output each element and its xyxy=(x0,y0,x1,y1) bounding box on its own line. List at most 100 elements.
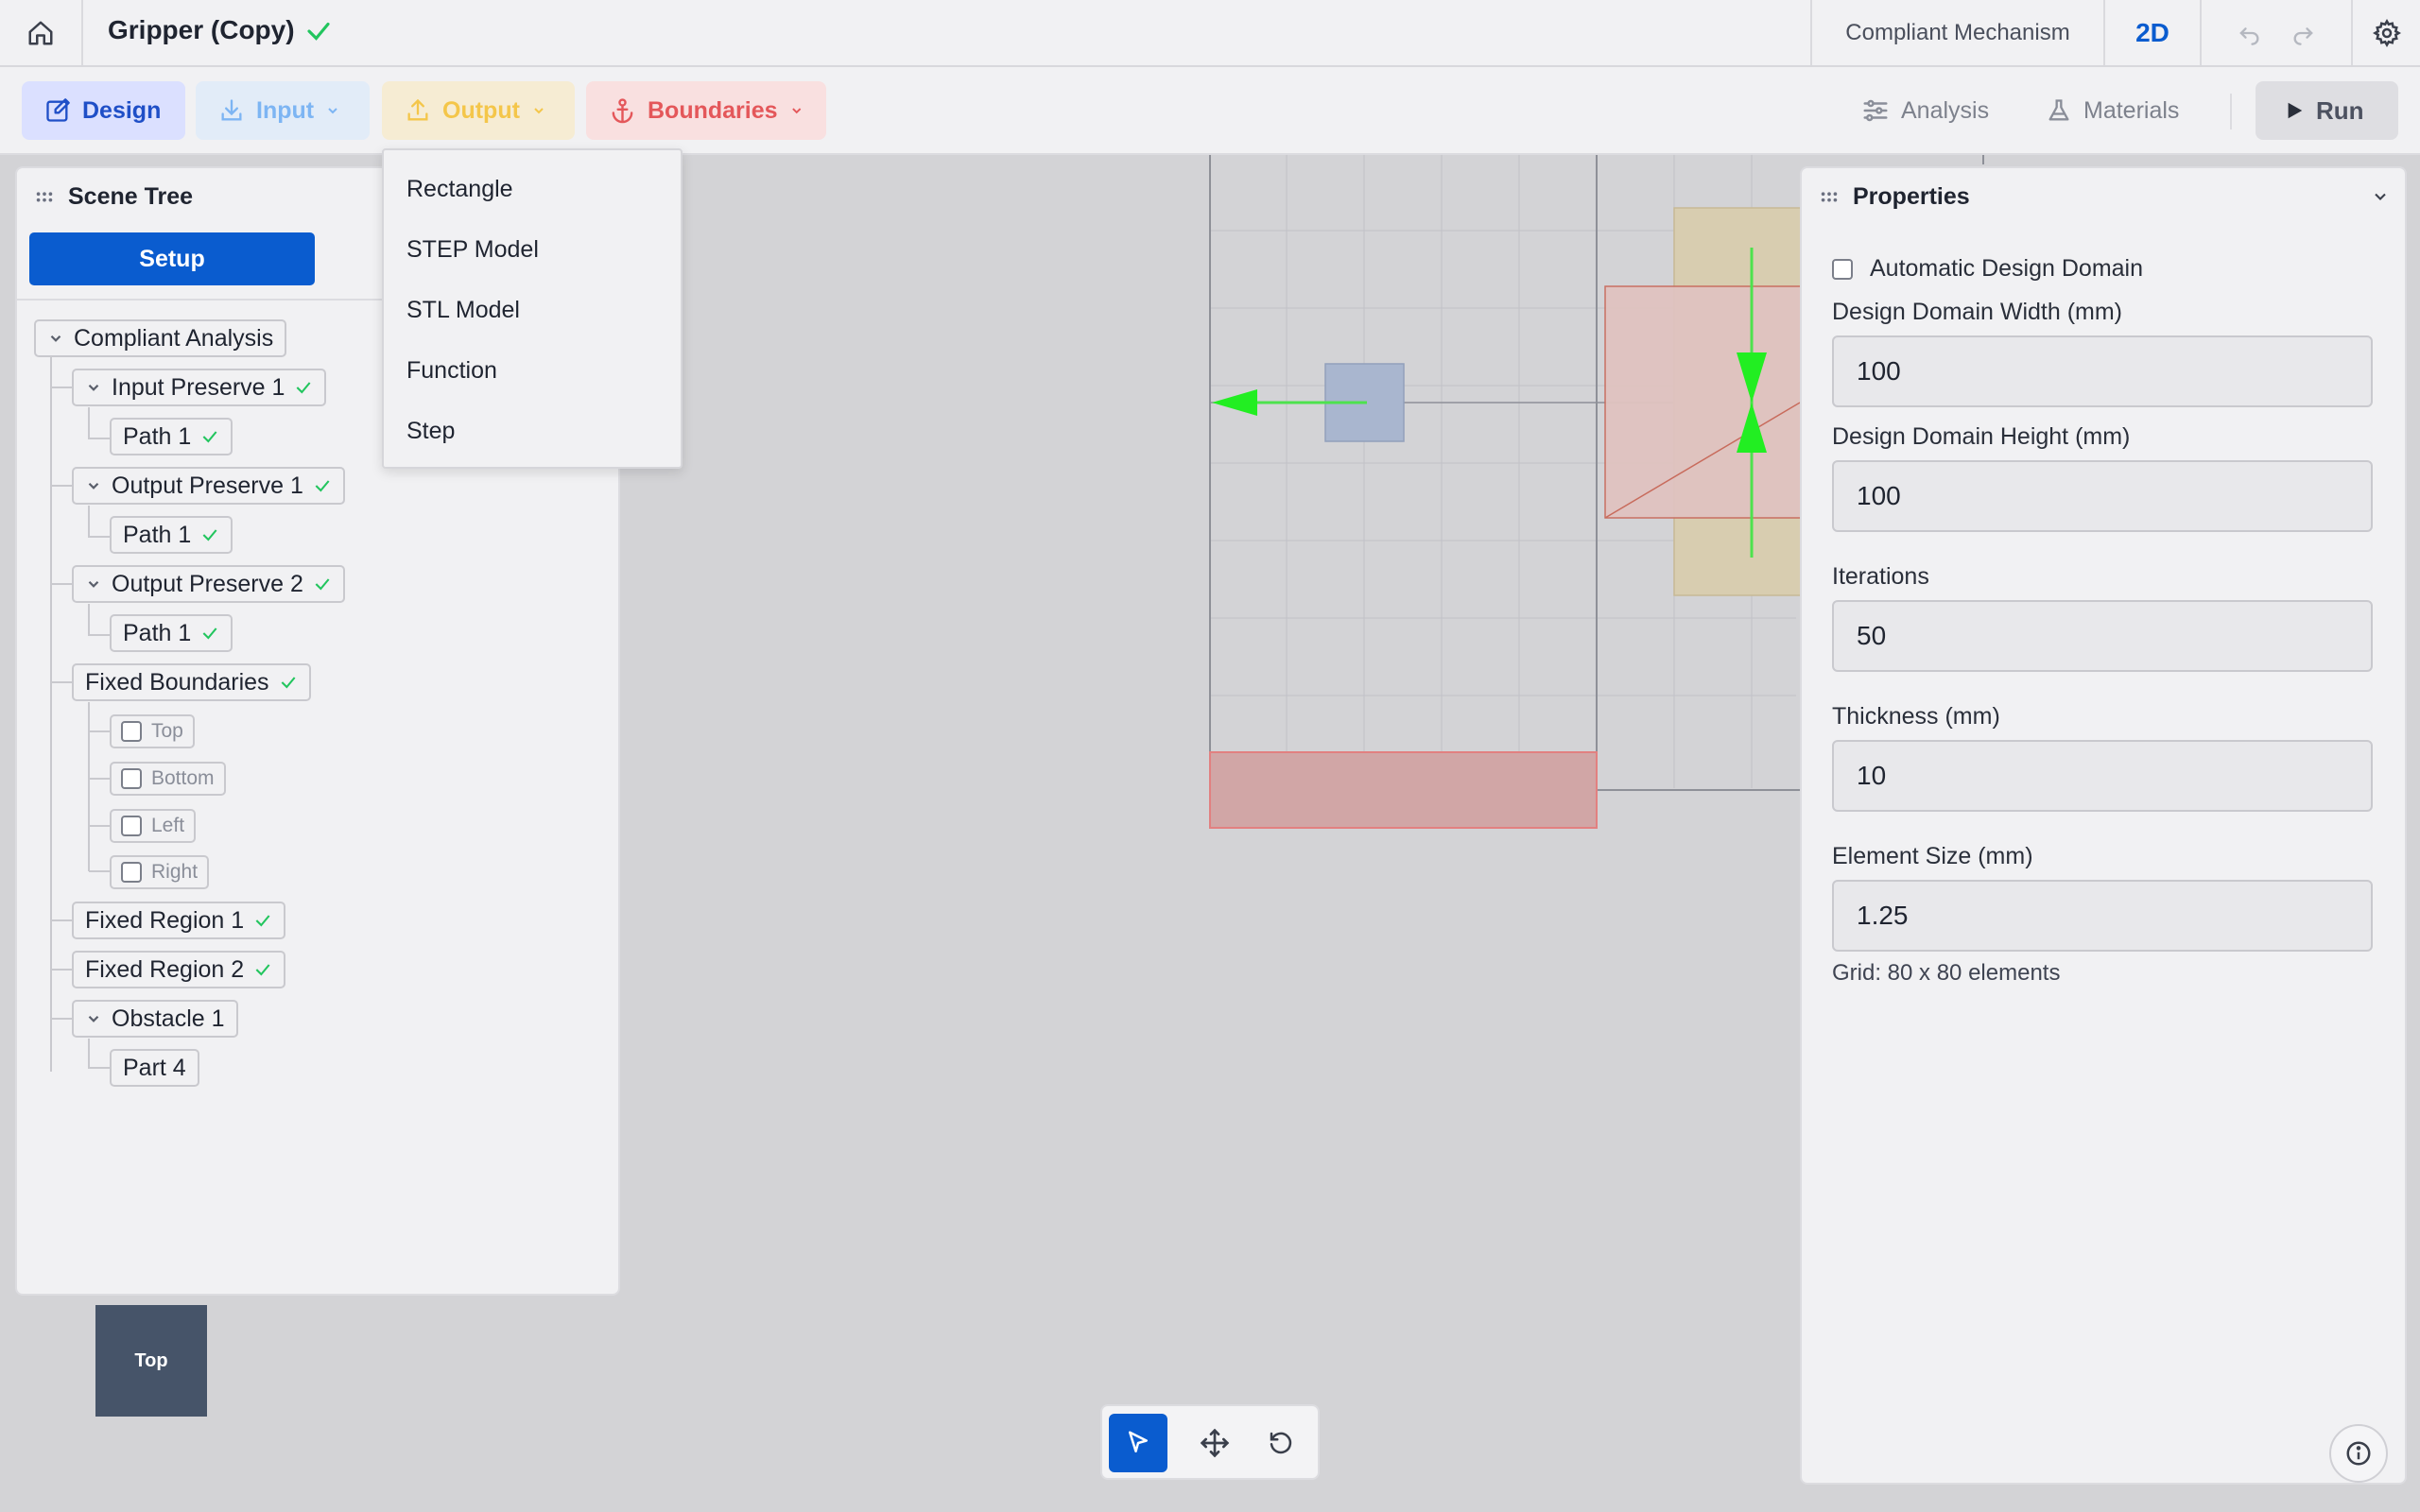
design-label: Design xyxy=(82,96,162,124)
move-icon xyxy=(1200,1428,1230,1458)
menu-item-stl-model[interactable]: STL Model xyxy=(406,297,520,324)
chevron-down-icon[interactable] xyxy=(2371,187,2390,206)
chevron-down-icon[interactable] xyxy=(85,477,102,494)
chevron-down-icon[interactable] xyxy=(85,576,102,593)
domain-width-input[interactable]: 100 xyxy=(1832,335,2373,407)
mode-selector[interactable]: Compliant Mechanism xyxy=(1810,0,2103,65)
grip-icon[interactable] xyxy=(1819,186,1840,207)
tree-node-obstacle-1[interactable]: Obstacle 1 xyxy=(72,1000,238,1038)
select-tool-button[interactable] xyxy=(1109,1414,1167,1472)
output-label: Output xyxy=(442,96,520,124)
tree-node-compliant-analysis[interactable]: Compliant Analysis xyxy=(34,319,287,357)
menu-item-step[interactable]: Step xyxy=(406,418,455,445)
boundary-right-option[interactable]: Right xyxy=(110,855,210,889)
tree-node-fixed-region-2[interactable]: Fixed Region 2 xyxy=(72,951,286,988)
tree-node-fixed-boundaries[interactable]: Fixed Boundaries xyxy=(72,663,311,701)
fixed-region[interactable] xyxy=(1209,751,1598,829)
settings-button[interactable] xyxy=(2351,0,2420,65)
redo-icon[interactable] xyxy=(2290,20,2317,46)
pointer-icon xyxy=(1129,1431,1148,1452)
move-tool-button[interactable] xyxy=(1185,1414,1244,1472)
thickness-label: Thickness (mm) xyxy=(1832,703,2000,730)
toolbar-divider xyxy=(2230,94,2232,129)
view-cube[interactable]: Top xyxy=(95,1305,207,1417)
boundary-bottom-checkbox[interactable] xyxy=(121,768,142,789)
menu-item-step-model[interactable]: STEP Model xyxy=(406,236,539,264)
tree-node-label: Part 4 xyxy=(123,1054,186,1081)
materials-button[interactable]: Materials xyxy=(2023,81,2202,140)
menu-item-function[interactable]: Function xyxy=(406,357,497,385)
transform-tools xyxy=(1100,1404,1320,1480)
boundary-right-checkbox[interactable] xyxy=(121,862,142,883)
thickness-input[interactable]: 10 xyxy=(1832,740,2373,812)
check-icon xyxy=(202,627,217,640)
tree-node-input-preserve-1[interactable]: Input Preserve 1 xyxy=(72,369,327,406)
check-icon xyxy=(202,431,217,443)
flask-icon xyxy=(2048,99,2069,121)
tree-node-label: Output Preserve 1 xyxy=(112,472,303,499)
tree-node-output-preserve-1[interactable]: Output Preserve 1 xyxy=(72,467,345,505)
menu-item-rectangle[interactable]: Rectangle xyxy=(406,176,513,203)
materials-label: Materials xyxy=(2083,96,2180,124)
boundary-top-checkbox[interactable] xyxy=(121,721,142,742)
tree-node-label: Path 1 xyxy=(123,619,192,646)
tree-node-fixed-region-1[interactable]: Fixed Region 1 xyxy=(72,902,286,939)
check-icon xyxy=(202,529,217,541)
tree-node-label: Fixed Boundaries xyxy=(85,668,269,696)
element-size-input[interactable]: 1.25 xyxy=(1832,880,2373,952)
output-menu-button[interactable]: Output xyxy=(382,81,575,140)
tree-node-path[interactable]: Path 1 xyxy=(110,418,233,455)
history-controls xyxy=(2200,0,2351,65)
info-button[interactable] xyxy=(2329,1424,2388,1483)
run-button[interactable]: Run xyxy=(2256,81,2398,140)
boundary-right-label: Right xyxy=(151,861,199,883)
iterations-input[interactable]: 50 xyxy=(1832,600,2373,672)
info-icon xyxy=(2346,1441,2371,1466)
boundary-bottom-option[interactable]: Bottom xyxy=(110,762,226,796)
boundary-top-option[interactable]: Top xyxy=(110,714,195,748)
tree-node-output-preserve-2[interactable]: Output Preserve 2 xyxy=(72,565,345,603)
edit-icon xyxy=(46,98,70,122)
properties-panel: Properties Automatic Design Domain Desig… xyxy=(1800,166,2407,1485)
design-button[interactable]: Design xyxy=(22,81,185,140)
iterations-label: Iterations xyxy=(1832,563,1929,590)
sliders-icon xyxy=(1863,99,1888,122)
download-icon xyxy=(221,99,242,121)
properties-title: Properties xyxy=(1853,182,1970,210)
undo-icon[interactable] xyxy=(2236,20,2262,46)
domain-height-input[interactable]: 100 xyxy=(1832,460,2373,532)
document-title: Gripper (Copy) xyxy=(108,15,295,44)
rotate-tool-button[interactable] xyxy=(1252,1414,1310,1472)
tree-node-label: Fixed Region 2 xyxy=(85,955,245,983)
home-icon xyxy=(28,21,53,44)
rotate-icon xyxy=(1270,1432,1292,1454)
chevron-down-icon[interactable] xyxy=(85,379,102,396)
home-button[interactable] xyxy=(0,0,83,65)
tree-node-path[interactable]: Path 1 xyxy=(110,614,233,652)
obstacle-region[interactable] xyxy=(1604,285,1805,519)
tree-node-label: Output Preserve 2 xyxy=(112,570,303,597)
input-menu-button[interactable]: Input xyxy=(196,81,370,140)
tree-node-label: Input Preserve 1 xyxy=(112,373,285,401)
properties-header[interactable]: Properties xyxy=(1802,168,2405,225)
boundary-left-label: Left xyxy=(151,815,185,836)
chevron-down-icon[interactable] xyxy=(85,1010,102,1027)
tree-node-path[interactable]: Path 1 xyxy=(110,516,233,554)
top-bar: Gripper (Copy) Compliant Mechanism 2D xyxy=(0,0,2420,67)
run-label: Run xyxy=(2316,95,2364,125)
grid-info-text: Grid: 80 x 80 elements xyxy=(1832,960,2061,986)
analysis-button[interactable]: Analysis xyxy=(1839,81,2012,140)
chevron-down-icon[interactable] xyxy=(47,330,64,347)
automatic-design-domain-checkbox[interactable] xyxy=(1832,258,1853,280)
chevron-down-icon xyxy=(328,108,337,114)
boundary-left-checkbox[interactable] xyxy=(121,816,142,836)
boundary-left-option[interactable]: Left xyxy=(110,809,197,843)
chevron-down-icon xyxy=(534,108,544,114)
tree-node-part-4[interactable]: Part 4 xyxy=(110,1049,199,1087)
play-icon xyxy=(2288,102,2303,119)
automatic-design-domain-option[interactable]: Automatic Design Domain xyxy=(1832,255,2143,283)
element-size-label: Element Size (mm) xyxy=(1832,843,2033,869)
check-icon xyxy=(297,382,311,394)
dimension-toggle[interactable]: 2D xyxy=(2103,0,2200,65)
boundaries-menu-button[interactable]: Boundaries xyxy=(586,81,826,140)
